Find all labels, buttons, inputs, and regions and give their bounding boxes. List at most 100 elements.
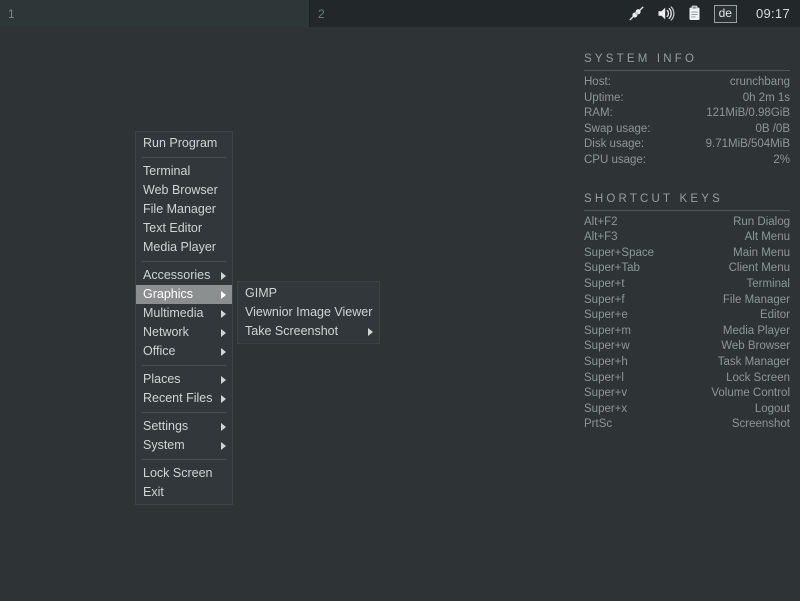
conky-value: 121MiB/0.98GiB bbox=[706, 107, 790, 120]
conky-row: Disk usage: 9.71MiB/504MiB bbox=[584, 137, 790, 153]
shortcut-action: Terminal bbox=[746, 277, 790, 290]
menu-item-places[interactable]: Places bbox=[136, 370, 232, 389]
keyboard-layout-indicator[interactable]: de bbox=[713, 4, 737, 23]
menu-item-text-editor[interactable]: Text Editor bbox=[136, 219, 232, 238]
shortcut-row: Super+e Editor bbox=[584, 308, 790, 324]
conky-key: Host: bbox=[584, 76, 611, 88]
system-info-divider bbox=[584, 70, 790, 71]
shortcut-row: Alt+F2 Run Dialog bbox=[584, 215, 790, 231]
menu-item-accessories[interactable]: Accessories bbox=[136, 266, 232, 285]
shortcut-keys-heading: SHORTCUT KEYS bbox=[584, 192, 723, 205]
submenu-item-gimp[interactable]: GIMP bbox=[238, 284, 379, 303]
menu-item-label: Web Browser bbox=[143, 183, 218, 197]
shortcut-action: Media Player bbox=[722, 324, 790, 337]
shortcut-key: Super+v bbox=[584, 387, 628, 400]
menu-item-recent-files[interactable]: Recent Files bbox=[136, 389, 232, 408]
shortcut-action: Run Dialog bbox=[733, 215, 790, 228]
shortcut-keys-divider bbox=[584, 209, 790, 211]
menu-item-file-manager[interactable]: File Manager bbox=[136, 200, 232, 219]
menu-item-web-browser[interactable]: Web Browser bbox=[136, 181, 232, 200]
menu-item-run-program[interactable]: Run Program bbox=[136, 134, 232, 153]
chevron-right-icon bbox=[221, 394, 226, 403]
shortcut-key: Super+e bbox=[584, 309, 628, 322]
conky-key: Swap usage: bbox=[584, 122, 651, 135]
submenu-item-label: Viewnior Image Viewer bbox=[245, 305, 373, 319]
shortcut-row: Super+h Task Manager bbox=[584, 355, 790, 371]
shortcut-row: Super+x Logout bbox=[584, 402, 790, 418]
menu-item-label: Places bbox=[143, 372, 181, 386]
menu-item-label: Terminal bbox=[143, 164, 191, 178]
shortcut-action: Logout bbox=[754, 402, 790, 415]
conky-value: 9.71MiB/504MiB bbox=[705, 138, 790, 151]
conky-row: RAM: 121MiB/0.98GiB bbox=[584, 106, 790, 122]
conky-gap bbox=[584, 169, 790, 193]
shortcut-action: Main Menu bbox=[733, 246, 790, 259]
menu-item-label: File Manager bbox=[143, 202, 216, 216]
shortcut-action: Alt Menu bbox=[744, 231, 790, 244]
shortcut-key: Super+w bbox=[584, 340, 630, 353]
shortcut-action: Lock Screen bbox=[726, 371, 790, 384]
submenu-item-label: Take Screenshot bbox=[245, 324, 339, 338]
conky-row: Uptime: 0h 2m 1s bbox=[584, 91, 790, 107]
system-tray: de 09:17 bbox=[627, 0, 800, 27]
submenu-item-viewnior-image-viewer[interactable]: Viewnior Image Viewer bbox=[238, 303, 379, 322]
shortcut-action: Volume Control bbox=[711, 387, 790, 400]
shortcut-key: Alt+F3 bbox=[584, 231, 618, 244]
conky-row: Host: crunchbang bbox=[584, 75, 790, 91]
menu-item-office[interactable]: Office bbox=[136, 342, 232, 361]
menu-item-exit[interactable]: Exit bbox=[136, 483, 232, 502]
shortcut-action: Web Browser bbox=[721, 340, 790, 353]
clipboard-icon[interactable] bbox=[685, 4, 705, 24]
system-info-heading: SYSTEM INFO bbox=[584, 53, 698, 65]
shortcut-key: PrtSc bbox=[584, 418, 613, 431]
workspace-button-2[interactable]: 2 bbox=[310, 0, 620, 27]
menu-item-label: System bbox=[143, 438, 185, 452]
menu-item-lock-screen[interactable]: Lock Screen bbox=[136, 464, 232, 483]
shortcut-row: Super+l Lock Screen bbox=[584, 371, 790, 387]
menu-item-label: Multimedia bbox=[143, 306, 204, 320]
menu-item-graphics[interactable]: Graphics bbox=[136, 285, 232, 304]
shortcut-row: Super+m Media Player bbox=[584, 324, 790, 340]
shortcut-key: Super+l bbox=[584, 371, 624, 384]
submenu-item-take-screenshot[interactable]: Take Screenshot bbox=[238, 322, 379, 341]
workspace-button-1[interactable]: 1 bbox=[0, 0, 310, 27]
workspace-label-1: 1 bbox=[8, 6, 15, 21]
chevron-right-icon bbox=[221, 271, 226, 280]
conky-key: Disk usage: bbox=[584, 138, 645, 151]
shortcut-row: Alt+F3 Alt Menu bbox=[584, 230, 790, 246]
menu-item-settings[interactable]: Settings bbox=[136, 417, 232, 436]
menu-item-label: Accessories bbox=[143, 268, 211, 282]
shortcut-action: Editor bbox=[759, 309, 790, 322]
submenu-item-label: GIMP bbox=[245, 286, 277, 300]
conky-key: RAM: bbox=[584, 107, 613, 120]
chevron-right-icon bbox=[221, 441, 226, 450]
menu-item-system[interactable]: System bbox=[136, 436, 232, 455]
conky-value: 0B /0B bbox=[755, 122, 790, 135]
shortcut-action: Client Menu bbox=[728, 262, 790, 275]
menu-item-media-player[interactable]: Media Player bbox=[136, 238, 232, 257]
chevron-right-icon bbox=[221, 347, 226, 356]
menu-item-label: Exit bbox=[143, 485, 164, 499]
network-plug-icon[interactable] bbox=[627, 4, 647, 24]
shortcut-key: Alt+F2 bbox=[584, 215, 618, 228]
menu-item-label: Recent Files bbox=[143, 391, 213, 405]
shortcut-row: Super+Tab Client Menu bbox=[584, 261, 790, 277]
chevron-right-icon bbox=[221, 422, 226, 431]
shortcut-row: Super+f File Manager bbox=[584, 293, 790, 309]
shortcut-row: Super+w Web Browser bbox=[584, 339, 790, 355]
menu-item-terminal[interactable]: Terminal bbox=[136, 162, 232, 181]
conky-row: CPU usage: 2% bbox=[584, 153, 790, 169]
conky-key: CPU usage: bbox=[584, 153, 647, 166]
menu-separator bbox=[142, 157, 226, 158]
menu-item-network[interactable]: Network bbox=[136, 323, 232, 342]
menu-item-multimedia[interactable]: Multimedia bbox=[136, 304, 232, 323]
menu-separator bbox=[142, 261, 226, 262]
menu-item-label: Run Program bbox=[143, 136, 218, 150]
menu-separator bbox=[142, 459, 226, 460]
volume-speaker-icon[interactable] bbox=[656, 4, 676, 24]
clock[interactable]: 09:17 bbox=[756, 6, 790, 21]
shortcut-action: Screenshot bbox=[731, 418, 790, 431]
menu-item-label: Graphics bbox=[143, 287, 194, 301]
chevron-right-icon bbox=[221, 328, 226, 337]
conky-row: Swap usage: 0B /0B bbox=[584, 122, 790, 138]
